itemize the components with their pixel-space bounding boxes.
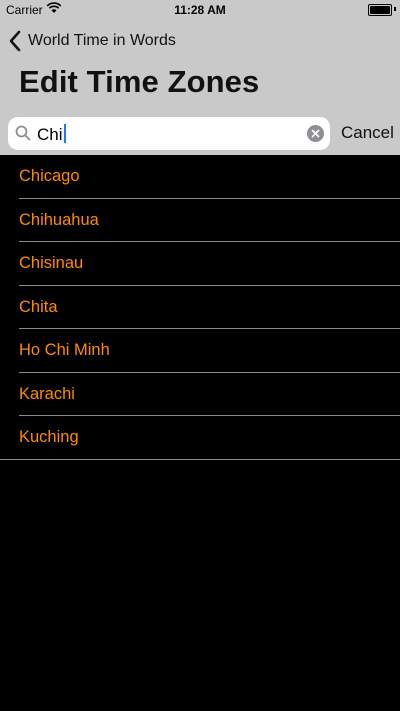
list-item[interactable]: Karachi bbox=[0, 373, 400, 416]
list-item[interactable]: Chisinau bbox=[0, 242, 400, 286]
row-separator bbox=[0, 458, 400, 460]
page-title: Edit Time Zones bbox=[19, 64, 260, 99]
header-area: Carrier 11:28 AM World Time in Words Edi… bbox=[0, 0, 400, 155]
list-item[interactable]: Chita bbox=[0, 286, 400, 329]
search-text: Chi bbox=[37, 124, 66, 145]
search-input[interactable]: Chi bbox=[8, 117, 330, 150]
back-button-label: World Time in Words bbox=[28, 32, 176, 49]
back-button[interactable]: World Time in Words bbox=[8, 28, 176, 54]
list-item-label: Ho Chi Minh bbox=[19, 341, 110, 359]
list-item[interactable]: Chicago bbox=[0, 155, 400, 199]
results-list: Chicago Chihuahua Chisinau Chita Ho Chi … bbox=[0, 155, 400, 460]
list-item-label: Kuching bbox=[19, 428, 79, 446]
chevron-left-icon bbox=[9, 30, 21, 52]
list-item-label: Chisinau bbox=[19, 254, 84, 272]
list-item-label: Chita bbox=[19, 297, 58, 316]
search-bar: Chi Cancel bbox=[0, 113, 400, 155]
text-caret bbox=[63, 124, 66, 143]
clear-icon[interactable] bbox=[307, 125, 324, 142]
list-item[interactable]: Kuching bbox=[0, 416, 400, 460]
search-icon bbox=[15, 125, 31, 141]
list-item-label: Chicago bbox=[19, 167, 80, 185]
list-item-label: Chihuahua bbox=[19, 210, 99, 229]
search-query: Chi bbox=[37, 125, 63, 144]
cancel-button[interactable]: Cancel bbox=[341, 123, 394, 143]
list-item[interactable]: Chihuahua bbox=[0, 199, 400, 242]
list-item[interactable]: Ho Chi Minh bbox=[0, 329, 400, 373]
battery-tip bbox=[394, 7, 396, 11]
status-bar: Carrier 11:28 AM bbox=[0, 0, 400, 20]
status-time: 11:28 AM bbox=[174, 3, 226, 17]
battery-icon bbox=[368, 4, 392, 16]
list-item-label: Karachi bbox=[19, 384, 75, 403]
